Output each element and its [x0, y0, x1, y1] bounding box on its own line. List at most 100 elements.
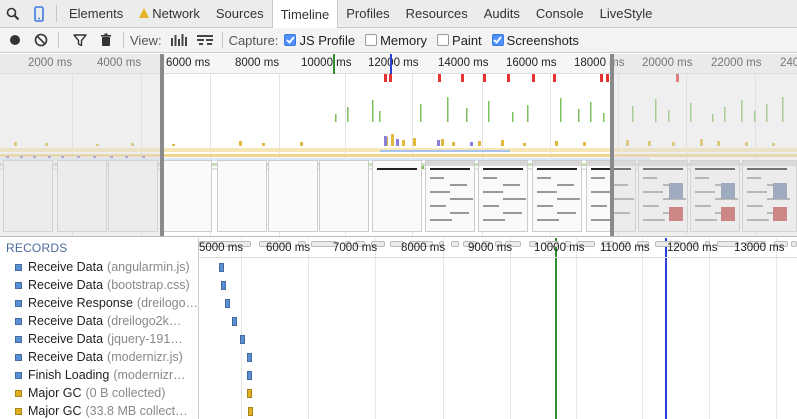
- record-color-swatch: [15, 407, 22, 415]
- rendering-blip: [470, 142, 473, 146]
- thumbnail-text-line: [503, 198, 526, 200]
- record-row[interactable]: Finish Loading (modernizr…: [0, 366, 198, 384]
- tab-label: Timeline: [280, 6, 330, 22]
- detail-tick-label: 10000 ms: [534, 242, 585, 254]
- frame-pill[interactable]: [451, 241, 459, 247]
- script-spike: [560, 98, 562, 122]
- screenshot-thumbnail[interactable]: [478, 160, 528, 232]
- tab-separator: [56, 5, 57, 22]
- detail-tick-label: 12000 ms: [667, 242, 718, 254]
- thumbnail-text-line: [430, 205, 446, 207]
- record-color-swatch: [15, 263, 22, 271]
- screenshots-checkbox[interactable]: Screenshots: [491, 33, 579, 48]
- record-color-swatch: [15, 389, 22, 397]
- record-title: Receive Data: [28, 332, 104, 346]
- selection-right-handle[interactable]: [610, 54, 614, 236]
- script-spike: [372, 100, 374, 122]
- checkmark-icon[interactable]: [491, 34, 504, 46]
- checkbox-box[interactable]: [437, 34, 450, 46]
- loading-blip: [583, 142, 586, 146]
- record-title: Receive Response: [28, 296, 133, 310]
- record-button[interactable]: [4, 29, 26, 51]
- loading-blip: [478, 141, 481, 146]
- tab-elements[interactable]: Elements: [61, 0, 131, 27]
- script-spike: [512, 112, 514, 122]
- paint-checkbox[interactable]: Paint: [437, 33, 482, 48]
- record-bar[interactable]: [219, 263, 224, 272]
- tab-sources[interactable]: Sources: [208, 0, 272, 27]
- checkbox-box[interactable]: [365, 34, 378, 46]
- screenshot-thumbnail[interactable]: [319, 160, 369, 232]
- tab-profiles[interactable]: Profiles: [338, 0, 397, 27]
- record-title: Major GC: [28, 386, 82, 400]
- record-bar[interactable]: [225, 299, 230, 308]
- tab-resources[interactable]: Resources: [398, 0, 476, 27]
- screenshot-thumbnail[interactable]: [425, 160, 475, 232]
- record-bar[interactable]: [247, 389, 252, 398]
- detail-tick-label: 8000 ms: [401, 242, 446, 254]
- frames-view-icon[interactable]: [168, 29, 190, 51]
- selection-left-handle[interactable]: [160, 54, 164, 236]
- capture-label: Capture:: [228, 32, 279, 48]
- flame-chart-view-icon[interactable]: [194, 29, 216, 51]
- detail-gridline: [709, 238, 710, 419]
- timeline-overview[interactable]: 2000 ms 4000 ms 6000 ms 8000 ms 10000 ms 1200…: [0, 54, 797, 237]
- checkbox-label: JS Profile: [299, 32, 356, 48]
- timeline-detail[interactable]: 5000 ms 6000 ms 7000 ms 8000 ms 9000 ms 10000…: [199, 238, 797, 419]
- loading-blip: [239, 141, 242, 146]
- record-bar[interactable]: [240, 335, 245, 344]
- detail-gridline: [510, 238, 511, 419]
- clear-button[interactable]: [30, 29, 52, 51]
- screenshot-thumbnail[interactable]: [217, 160, 267, 232]
- js-profile-checkbox[interactable]: JS Profile: [284, 33, 355, 48]
- frame-pill[interactable]: [791, 241, 797, 247]
- record-row[interactable]: Receive Data (bootstrap.css): [0, 276, 198, 294]
- trash-icon[interactable]: [95, 29, 117, 51]
- record-detail: (dreilogo2k…: [107, 314, 182, 328]
- record-row[interactable]: Major GC (0 B collected): [0, 384, 198, 402]
- overview-tick-label: 10000 ms: [301, 57, 352, 69]
- tab-console[interactable]: Console: [528, 0, 592, 27]
- tab-label: Network: [152, 6, 200, 21]
- record-bar[interactable]: [221, 281, 226, 290]
- record-bar[interactable]: [247, 353, 252, 362]
- record-title: Receive Data: [28, 314, 104, 328]
- screenshot-thumbnail[interactable]: [532, 160, 582, 232]
- record-row[interactable]: Major GC (33.8 MB collect…: [0, 402, 198, 419]
- screenshot-thumbnail[interactable]: [162, 160, 212, 232]
- tab-timeline[interactable]: Timeline: [271, 0, 339, 28]
- filter-icon[interactable]: [69, 29, 91, 51]
- thumbnail-text-line: [557, 198, 580, 200]
- record-row[interactable]: Receive Data (jquery-191…: [0, 330, 198, 348]
- record-row[interactable]: Receive Response (dreilogo…: [0, 294, 198, 312]
- toolbar-separator: [221, 32, 223, 48]
- record-row[interactable]: Receive Data (angularmin.js): [0, 258, 198, 276]
- record-bar[interactable]: [248, 407, 253, 416]
- loading-blip: [172, 144, 175, 146]
- record-bar[interactable]: [247, 371, 252, 380]
- record-bar[interactable]: [232, 317, 237, 326]
- loading-blip: [523, 143, 526, 146]
- thumbnail-text-line: [591, 177, 605, 179]
- script-spike: [578, 109, 580, 122]
- checkmark-icon[interactable]: [284, 34, 297, 46]
- device-mode-icon[interactable]: [26, 0, 52, 27]
- thumbnail-header: [430, 168, 470, 170]
- screenshot-thumbnail[interactable]: [268, 160, 318, 232]
- toolbar-separator: [58, 32, 59, 48]
- record-row[interactable]: Receive Data (dreilogo2k…: [0, 312, 198, 330]
- tab-audits[interactable]: Audits: [476, 0, 528, 27]
- detail-tick-label: 6000 ms: [266, 242, 311, 254]
- overview-tick-label: 6000 ms: [166, 57, 211, 69]
- memory-checkbox[interactable]: Memory: [365, 33, 427, 48]
- tab-network[interactable]: Network: [131, 0, 208, 27]
- search-icon[interactable]: [0, 0, 26, 27]
- script-spike: [590, 102, 592, 122]
- tab-livestyle[interactable]: LiveStyle: [592, 0, 661, 27]
- detail-tick-label: 5000 ms: [199, 242, 244, 254]
- thumbnail-banner: [479, 161, 527, 166]
- screenshot-thumbnail[interactable]: [372, 160, 422, 232]
- record-row[interactable]: Receive Data (modernizr.js): [0, 348, 198, 366]
- detail-gridline: [375, 238, 376, 419]
- thumbnail-text-line: [483, 205, 499, 207]
